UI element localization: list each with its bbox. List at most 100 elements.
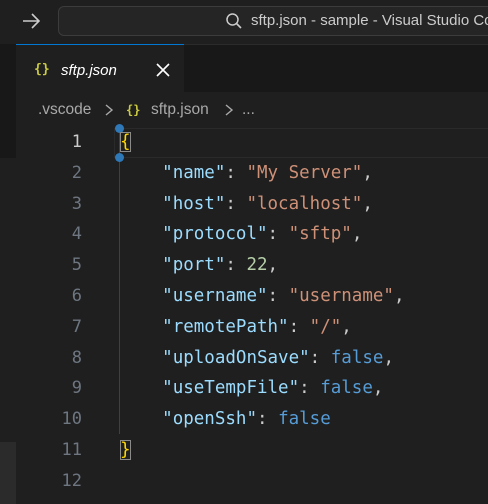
line-number: 8 [71, 347, 82, 368]
code-editor[interactable]: 1{2 "name": "My Server", 3 "host": "local… [16, 124, 488, 504]
code-line[interactable]: 6 "username": "username", [16, 282, 488, 313]
close-icon[interactable] [156, 63, 170, 77]
code-line[interactable]: 3 "host": "localhost", [16, 190, 488, 221]
code-token-punc: : [288, 316, 310, 337]
code-token-punc [120, 194, 162, 214]
tab-bar: {} sftp.json [16, 44, 488, 93]
code-text: "host": "localhost", [120, 194, 373, 214]
code-line[interactable]: 11} [16, 436, 488, 467]
code-token-str: "/" [309, 316, 342, 337]
code-token-str: "sftp" [288, 224, 352, 245]
code-token-kw: false [320, 378, 373, 399]
code-token-punc: : [256, 409, 279, 430]
code-line[interactable]: 12 [16, 467, 488, 498]
code-text: "protocol": "sftp", [120, 224, 362, 244]
code-token-punc: : [267, 224, 289, 245]
code-token-str: "My Server" [246, 162, 363, 183]
code-token-punc: : [309, 347, 331, 368]
code-token-punc: , [362, 193, 373, 214]
chevron-right-icon [105, 104, 114, 116]
code-line[interactable]: 1{ [16, 128, 488, 159]
code-token-punc: , [351, 224, 363, 245]
breadcrumb-item-sftp-json[interactable]: sftp.json [151, 101, 209, 119]
code-text: "name": "My Server", [120, 163, 373, 183]
code-token-kw: false [330, 347, 384, 368]
code-token-key: "uploadOnSave" [162, 347, 310, 368]
code-token-punc: , [362, 162, 373, 183]
code-token-punc: : [267, 286, 289, 306]
code-token-str: "username" [288, 286, 394, 306]
line-number: 10 [61, 409, 82, 430]
code-line[interactable]: 10 "openSsh": false [16, 405, 488, 436]
code-text: "username": "username", [120, 286, 405, 306]
json-file-icon: {} [126, 103, 141, 117]
command-center[interactable]: sftp.json - sample - Visual Studio Code [58, 6, 488, 36]
search-icon [226, 13, 242, 29]
code-line[interactable]: 9 "useTempFile": false, [16, 374, 488, 405]
code-token-key: "useTempFile" [162, 378, 300, 399]
code-token-key: "protocol" [162, 224, 268, 245]
code-token-key: "host" [162, 193, 226, 214]
code-token-punc [120, 317, 162, 337]
line-number: 12 [61, 470, 82, 491]
code-token-kw: false [278, 409, 331, 430]
code-token-key: "remotePath" [162, 316, 289, 337]
code-text: "openSsh": false [120, 409, 331, 429]
line-number: 5 [71, 255, 82, 276]
code-token-punc [120, 163, 162, 183]
line-number: 4 [71, 224, 82, 245]
line-number: 7 [71, 316, 82, 337]
line-number: 1 [71, 132, 82, 152]
code-token-brace: { [120, 132, 131, 152]
line-number: 2 [71, 162, 82, 183]
code-text: } [120, 440, 131, 460]
code-text: "remotePath": "/", [120, 317, 352, 337]
line-number: 9 [71, 378, 82, 399]
code-token-key: "username" [162, 286, 268, 306]
code-token-punc: : [225, 255, 247, 276]
code-token-str: "localhost" [246, 193, 363, 214]
code-text: "port": 22, [120, 255, 278, 275]
code-token-punc [120, 255, 162, 275]
code-token-punc [120, 286, 162, 306]
code-token-key: "name" [162, 162, 226, 183]
code-text: "useTempFile": false, [120, 378, 383, 398]
code-text: { [120, 132, 131, 152]
code-token-punc [120, 348, 162, 368]
code-token-punc: : [225, 193, 247, 214]
code-token-brace: } [120, 440, 131, 460]
code-token-punc: : [299, 378, 321, 399]
activity-bar-edge [0, 44, 16, 504]
line-number: 6 [71, 286, 82, 306]
code-token-punc [120, 409, 162, 429]
code-line[interactable]: 8 "uploadOnSave": false, [16, 344, 488, 375]
line-number: 3 [71, 193, 82, 214]
code-token-punc: , [372, 378, 384, 399]
tab-sftp-json[interactable]: {} sftp.json [16, 44, 184, 93]
code-token-key: "openSsh" [162, 409, 257, 430]
code-line[interactable]: 5 "port": 22, [16, 251, 488, 282]
breadcrumb-item-symbols[interactable]: ... [242, 101, 255, 119]
window-title: sftp.json - sample - Visual Studio Code [251, 12, 488, 29]
code-token-punc [120, 224, 162, 244]
chevron-right-icon [225, 104, 234, 116]
code-token-punc: , [267, 255, 279, 276]
breadcrumb-item-vscode[interactable]: .vscode [38, 101, 91, 119]
json-file-icon: {} [34, 62, 50, 77]
code-token-punc: , [341, 316, 352, 337]
code-line[interactable]: 4 "protocol": "sftp", [16, 220, 488, 251]
line-number: 11 [61, 440, 82, 460]
code-token-punc: , [383, 347, 394, 368]
code-line[interactable]: 7 "remotePath": "/", [16, 313, 488, 344]
code-token-punc [120, 378, 162, 398]
code-token-punc: : [225, 162, 247, 183]
title-bar: sftp.json - sample - Visual Studio Code [0, 0, 488, 44]
breadcrumb: .vscode {} sftp.json ... [16, 92, 488, 128]
arrow-right-icon[interactable] [20, 9, 42, 33]
code-token-key: "port" [162, 255, 226, 276]
code-text: "uploadOnSave": false, [120, 348, 394, 368]
tab-label: sftp.json [61, 62, 117, 79]
code-token-num: 22 [246, 255, 268, 276]
code-line[interactable]: 2 "name": "My Server", [16, 159, 488, 190]
code-token-punc: , [393, 286, 405, 306]
